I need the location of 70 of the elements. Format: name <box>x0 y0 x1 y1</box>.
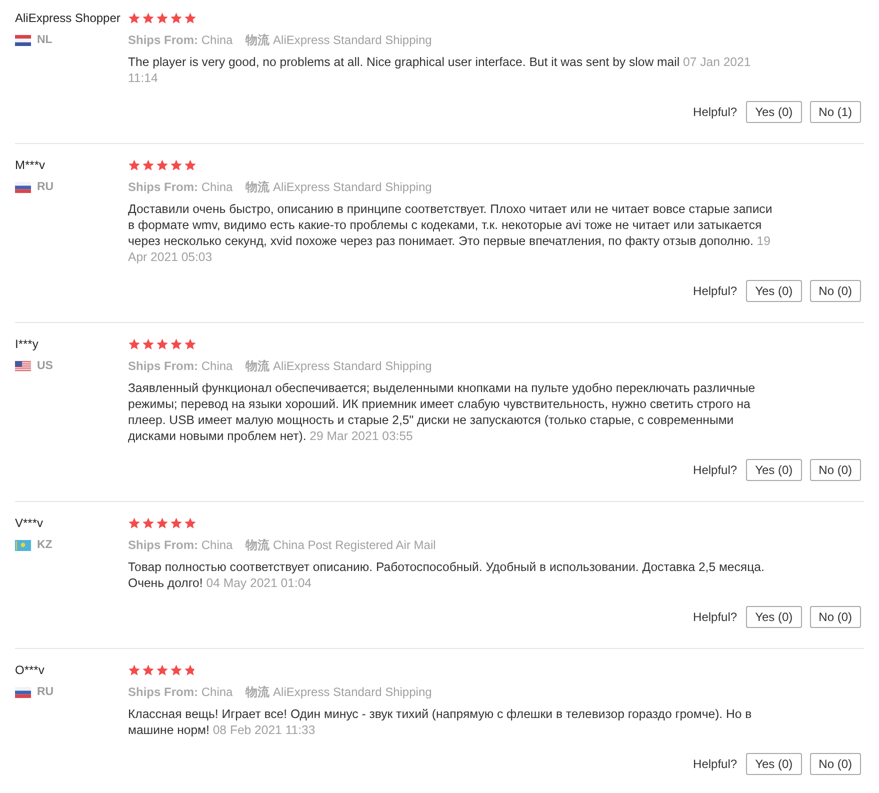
star-icon <box>170 12 182 24</box>
star-icon <box>156 12 168 24</box>
star-icon <box>128 516 140 530</box>
reviewer-name: AliExpress Shopper <box>15 10 120 27</box>
star-icon <box>156 338 168 350</box>
review-text: Классная вещь! Играет все! Один минус - звук тихий (напрямую с флешки в телевизор гораздо громче). Но в машине норм! 08 Feb 2021 11:33 <box>128 706 753 738</box>
flag-icon <box>15 182 31 192</box>
star-icon <box>128 12 140 24</box>
flag-icon <box>15 686 31 698</box>
star-icon <box>142 12 154 24</box>
helpful-label: Helpful? <box>693 610 738 624</box>
star-icon <box>184 516 196 530</box>
star-icon <box>128 338 140 350</box>
star-icon <box>184 664 196 676</box>
shipping-method: 物流 AliExpress Standard Shipping <box>246 358 432 375</box>
review-text: Доставили очень быстро, описанию в принципе соответствует. Плохо читает или не читает вовсе старые записи в формате wmv, видимо есть какие-то проблемы с кодеками, т.к. некоторые avi тоже не читает или затыкается через несколько секунд, xvid похоже через раз понимает. Это первые впечатления, по факту отзыв дополню. 19 Apr 2021 05:03 <box>128 201 774 265</box>
ships-from-info: Ships From: China <box>128 179 233 196</box>
ships-from-info: Ships From: China <box>128 358 233 375</box>
no-button[interactable]: No (0) <box>810 459 861 481</box>
review-text: Товар полностью соответствует описанию. Работоспособный. Удобный в использовании. Доставка 2,5 месяца. Очень долго! 04 May 2021 01:04 <box>128 559 766 591</box>
shipping-method: 物流 AliExpress Standard Shipping <box>246 684 432 701</box>
star-icon <box>142 158 154 172</box>
ships-from-info: Ships From: China <box>128 684 233 701</box>
star-icon <box>156 158 168 172</box>
star-icon <box>184 12 196 24</box>
star-icon <box>142 664 154 676</box>
helpful-label: Helpful? <box>693 463 738 477</box>
review-text: The player is very good, no problems at all. Nice graphical user interface. But it was sent by slow mail 07 Jan 2021 11:14 <box>128 54 752 86</box>
shipping-method: 物流 China Post Registered Air Mail <box>246 537 436 554</box>
flag-icon <box>15 540 31 550</box>
star-icon <box>142 516 154 530</box>
country-code: RU <box>37 181 54 193</box>
shipping-method: 物流 AliExpress Standard Shipping <box>246 179 432 196</box>
reviewer-name: M***v <box>15 157 46 174</box>
star-icon <box>128 158 140 172</box>
review-text: Заявленный функционал обеспечивается; выделенными кнопками на пульте удобно переключать различные режимы; перевод на языки хороший. ИК приемник имеет слабую чувствительность, нужно светить строго на плеер. USB имеет малую мощность и старые 2,5" диски не запускаются (только старые, с современными дисками новыми проблем нет). 29 Mar 2021 03:55 <box>128 380 756 444</box>
yes-button[interactable]: Yes (0) <box>746 606 802 628</box>
star-icon <box>170 158 182 172</box>
star-icon <box>184 338 196 350</box>
star-icon <box>156 516 168 530</box>
yes-button[interactable]: Yes (0) <box>746 101 802 123</box>
country-code: NL <box>37 34 52 46</box>
helpful-label: Helpful? <box>693 757 738 771</box>
star-icon <box>128 664 140 676</box>
no-button[interactable]: No (0) <box>810 753 861 775</box>
star-icon <box>184 158 196 172</box>
country-code: US <box>37 360 53 372</box>
reviewer-name: O***v <box>15 662 44 679</box>
ships-from-info: Ships From: China <box>128 537 233 554</box>
no-button[interactable]: No (0) <box>810 606 861 628</box>
flag-icon <box>15 360 31 372</box>
helpful-label: Helpful? <box>693 284 738 298</box>
yes-button[interactable]: Yes (0) <box>746 459 802 481</box>
reviewer-name: I***y <box>15 336 38 353</box>
ships-from-info: Ships From: China <box>128 32 233 49</box>
no-button[interactable]: No (1) <box>810 101 861 123</box>
yes-button[interactable]: Yes (0) <box>746 280 802 302</box>
country-code: RU <box>37 686 54 698</box>
shipping-method: 物流 AliExpress Standard Shipping <box>246 32 432 49</box>
star-icon <box>156 664 168 676</box>
yes-button[interactable]: Yes (0) <box>746 753 802 775</box>
star-icon <box>170 516 182 530</box>
star-icon <box>170 664 182 676</box>
star-icon <box>170 338 182 350</box>
reviewer-name: V***v <box>15 515 44 532</box>
star-icon <box>142 338 154 350</box>
flag-icon <box>15 34 31 46</box>
helpful-label: Helpful? <box>693 105 738 119</box>
no-button[interactable]: No (0) <box>810 280 861 302</box>
country-code: KZ <box>37 539 52 551</box>
